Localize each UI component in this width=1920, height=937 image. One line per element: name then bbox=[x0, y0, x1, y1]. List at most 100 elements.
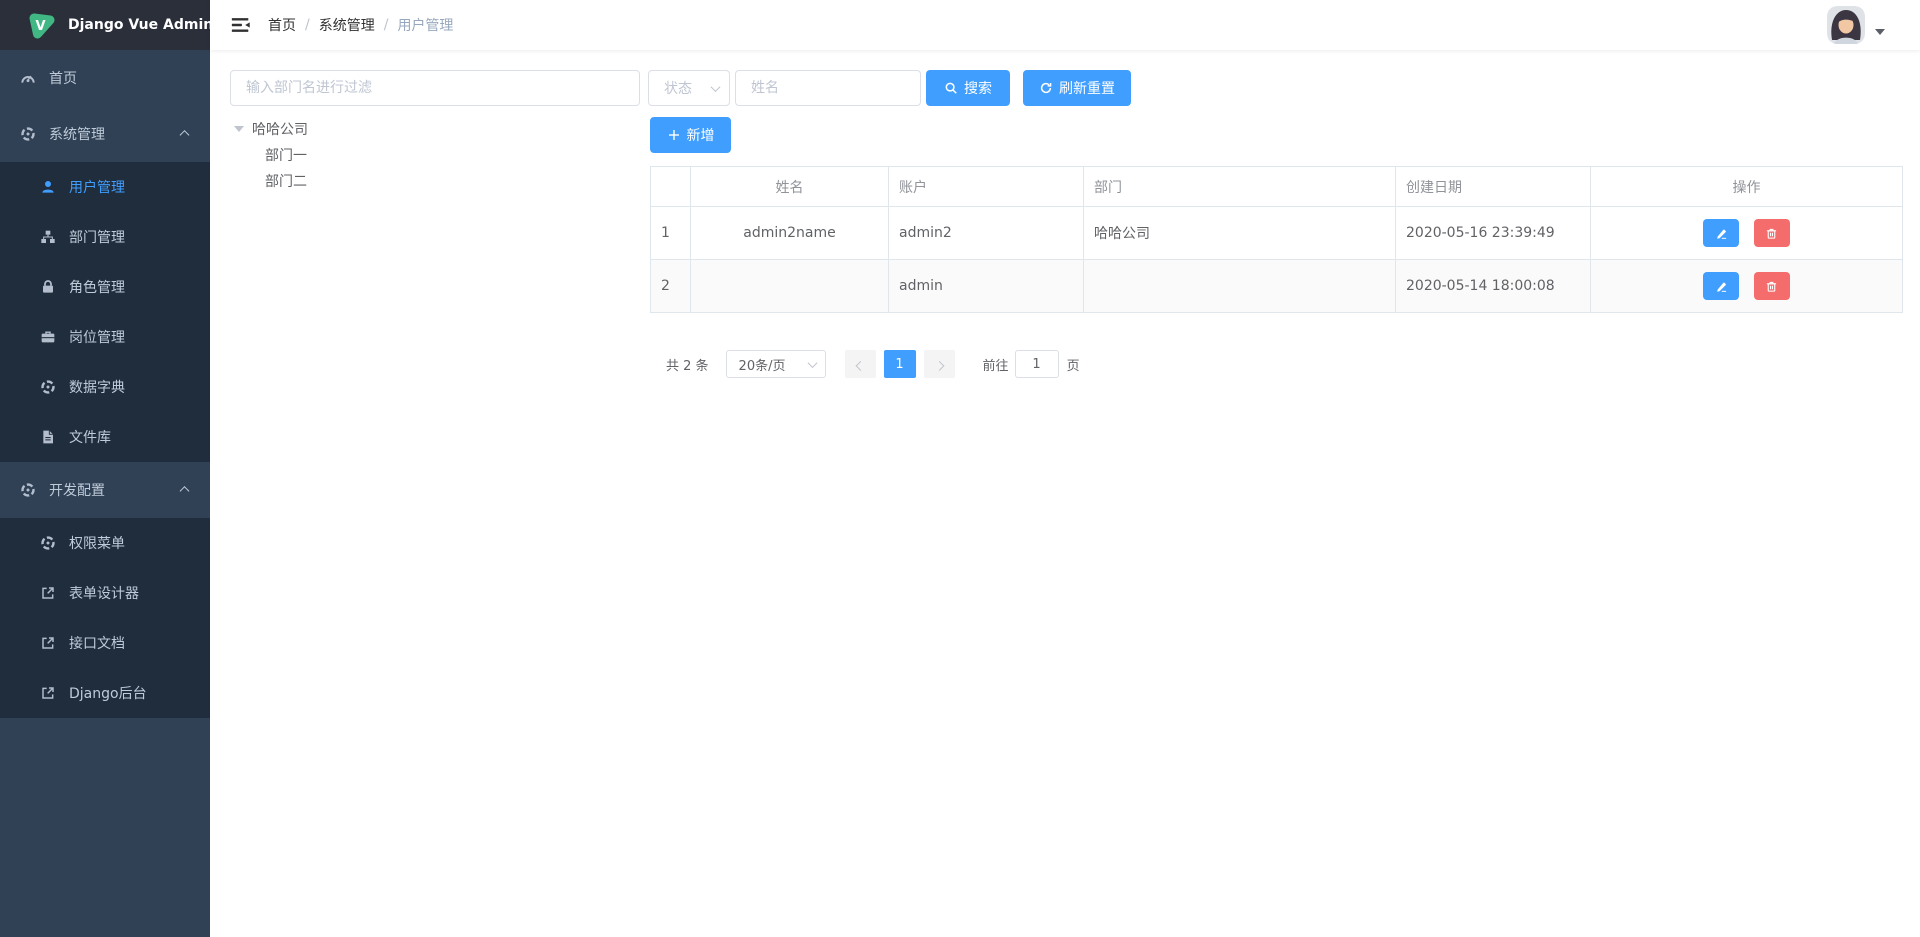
table-row: 2 admin 2020-05-14 18:00:08 bbox=[651, 260, 1903, 313]
refresh-reset-button[interactable]: 刷新重置 bbox=[1023, 70, 1131, 106]
users-table: 姓名 账户 部门 创建日期 操作 1 admin2name ad bbox=[650, 166, 1903, 313]
user-icon bbox=[40, 179, 56, 195]
add-button[interactable]: 新增 bbox=[650, 117, 731, 153]
name-filter-input[interactable] bbox=[735, 70, 921, 106]
delete-button[interactable] bbox=[1754, 219, 1790, 247]
sidebar-item-user-mgmt[interactable]: 用户管理 bbox=[0, 162, 210, 212]
sidebar-item-label: 系统管理 bbox=[49, 124, 105, 144]
cell-name: admin2name bbox=[691, 207, 889, 260]
tree-node-company[interactable]: 哈哈公司 bbox=[230, 116, 640, 142]
pagination: 共 2 条 20条/页 1 前往 bbox=[650, 350, 1903, 378]
col-header-account: 账户 bbox=[889, 167, 1084, 207]
sidebar-item-label: 部门管理 bbox=[69, 227, 125, 247]
chevron-down-icon bbox=[807, 358, 817, 368]
main-area: 首页 / 系统管理 / 用户管理 bbox=[210, 0, 1920, 937]
col-header-dept: 部门 bbox=[1084, 167, 1396, 207]
delete-button[interactable] bbox=[1754, 272, 1790, 300]
edit-pencil-icon bbox=[1715, 227, 1728, 240]
external-link-icon bbox=[40, 635, 56, 651]
cell-index: 1 bbox=[651, 207, 691, 260]
sidebar-item-label: 岗位管理 bbox=[69, 327, 125, 347]
goto-page-input[interactable] bbox=[1015, 350, 1059, 378]
tree-node-label: 哈哈公司 bbox=[252, 119, 308, 139]
edit-button[interactable] bbox=[1703, 219, 1739, 247]
external-link-icon bbox=[40, 685, 56, 701]
next-page-button[interactable] bbox=[924, 350, 955, 378]
trash-icon bbox=[1765, 280, 1778, 293]
search-icon bbox=[944, 81, 958, 95]
submenu-system-mgmt: 用户管理 部门管理 角色管理 bbox=[0, 162, 210, 462]
tree-node-dept-2[interactable]: 部门二 bbox=[230, 168, 640, 194]
sidebar-item-file-library[interactable]: 文件库 bbox=[0, 412, 210, 462]
tree-node-label: 部门二 bbox=[265, 171, 307, 191]
topbar: 首页 / 系统管理 / 用户管理 bbox=[210, 0, 1920, 50]
caret-down-icon[interactable] bbox=[1875, 29, 1885, 35]
vue-logo-icon: V bbox=[24, 9, 56, 41]
component-wheel-icon bbox=[40, 535, 56, 551]
search-button[interactable]: 搜索 bbox=[926, 70, 1010, 106]
briefcase-icon bbox=[40, 329, 56, 345]
cell-index: 2 bbox=[651, 260, 691, 313]
refresh-icon bbox=[1039, 81, 1053, 95]
status-select[interactable]: 状态 bbox=[648, 70, 730, 106]
sidebar-menu: 首页 系统管理 用户管理 bbox=[0, 50, 210, 718]
edit-pencil-icon bbox=[1715, 280, 1728, 293]
body-row: 哈哈公司 部门一 部门二 bbox=[230, 106, 1903, 378]
sidebar-item-perm-menu[interactable]: 权限菜单 bbox=[0, 518, 210, 568]
sidebar-item-label: 用户管理 bbox=[69, 177, 125, 197]
chevron-right-icon bbox=[934, 360, 944, 370]
component-wheel-icon bbox=[20, 482, 36, 498]
breadcrumb-system-mgmt[interactable]: 系统管理 bbox=[319, 15, 375, 35]
col-header-created: 创建日期 bbox=[1396, 167, 1591, 207]
page-number-button[interactable]: 1 bbox=[884, 350, 916, 378]
filter-row: 状态 搜索 刷新重置 bbox=[230, 70, 1903, 106]
search-button-label: 搜索 bbox=[964, 78, 992, 98]
component-wheel-icon bbox=[20, 126, 36, 142]
breadcrumb: 首页 / 系统管理 / 用户管理 bbox=[268, 15, 453, 35]
app-title: Django Vue Admin bbox=[68, 17, 210, 33]
app-logo[interactable]: V Django Vue Admin bbox=[0, 0, 210, 50]
avatar[interactable] bbox=[1827, 6, 1865, 44]
hamburger-fold-icon[interactable] bbox=[230, 14, 252, 36]
breadcrumb-home[interactable]: 首页 bbox=[268, 15, 296, 35]
sidebar-item-data-dict[interactable]: 数据字典 bbox=[0, 362, 210, 412]
sidebar-item-label: 接口文档 bbox=[69, 633, 125, 653]
sidebar-item-api-docs[interactable]: 接口文档 bbox=[0, 618, 210, 668]
cell-dept: 哈哈公司 bbox=[1084, 207, 1396, 260]
table-panel: 新增 姓名 账户 部门 bbox=[650, 106, 1903, 378]
tree-node-dept-1[interactable]: 部门一 bbox=[230, 142, 640, 168]
sidebar-item-role-mgmt[interactable]: 角色管理 bbox=[0, 262, 210, 312]
trash-icon bbox=[1765, 227, 1778, 240]
col-header-actions: 操作 bbox=[1591, 167, 1903, 207]
page-size-value: 20条/页 bbox=[739, 355, 786, 374]
add-button-label: 新增 bbox=[687, 125, 715, 145]
page-size-select[interactable]: 20条/页 bbox=[726, 350, 826, 378]
sidebar-item-label: Django后台 bbox=[69, 683, 147, 703]
plus-icon bbox=[667, 128, 681, 142]
sidebar: V Django Vue Admin 首页 系统管理 bbox=[0, 0, 210, 937]
cell-actions bbox=[1591, 207, 1903, 260]
prev-page-button[interactable] bbox=[845, 350, 876, 378]
dept-tree: 哈哈公司 部门一 部门二 bbox=[230, 106, 640, 194]
edit-button[interactable] bbox=[1703, 272, 1739, 300]
sidebar-item-post-mgmt[interactable]: 岗位管理 bbox=[0, 312, 210, 362]
cell-account: admin2 bbox=[889, 207, 1084, 260]
sidebar-item-label: 数据字典 bbox=[69, 377, 125, 397]
status-select-placeholder: 状态 bbox=[664, 78, 692, 98]
sidebar-item-system-mgmt[interactable]: 系统管理 bbox=[0, 106, 210, 162]
sidebar-item-dept-mgmt[interactable]: 部门管理 bbox=[0, 212, 210, 262]
external-link-icon bbox=[40, 585, 56, 601]
sidebar-item-label: 权限菜单 bbox=[69, 533, 125, 553]
dept-filter-input[interactable] bbox=[230, 70, 640, 106]
submenu-dev-config: 权限菜单 表单设计器 接口文档 bbox=[0, 518, 210, 718]
chevron-up-icon bbox=[180, 130, 190, 140]
user-menu bbox=[1827, 6, 1905, 44]
sidebar-item-form-designer[interactable]: 表单设计器 bbox=[0, 568, 210, 618]
sidebar-item-dev-config[interactable]: 开发配置 bbox=[0, 462, 210, 518]
sidebar-item-django-admin[interactable]: Django后台 bbox=[0, 668, 210, 718]
sidebar-item-home[interactable]: 首页 bbox=[0, 50, 210, 106]
refresh-button-label: 刷新重置 bbox=[1059, 78, 1115, 98]
sidebar-item-label: 角色管理 bbox=[69, 277, 125, 297]
sidebar-item-label: 首页 bbox=[49, 68, 77, 88]
cell-created: 2020-05-14 18:00:08 bbox=[1396, 260, 1591, 313]
